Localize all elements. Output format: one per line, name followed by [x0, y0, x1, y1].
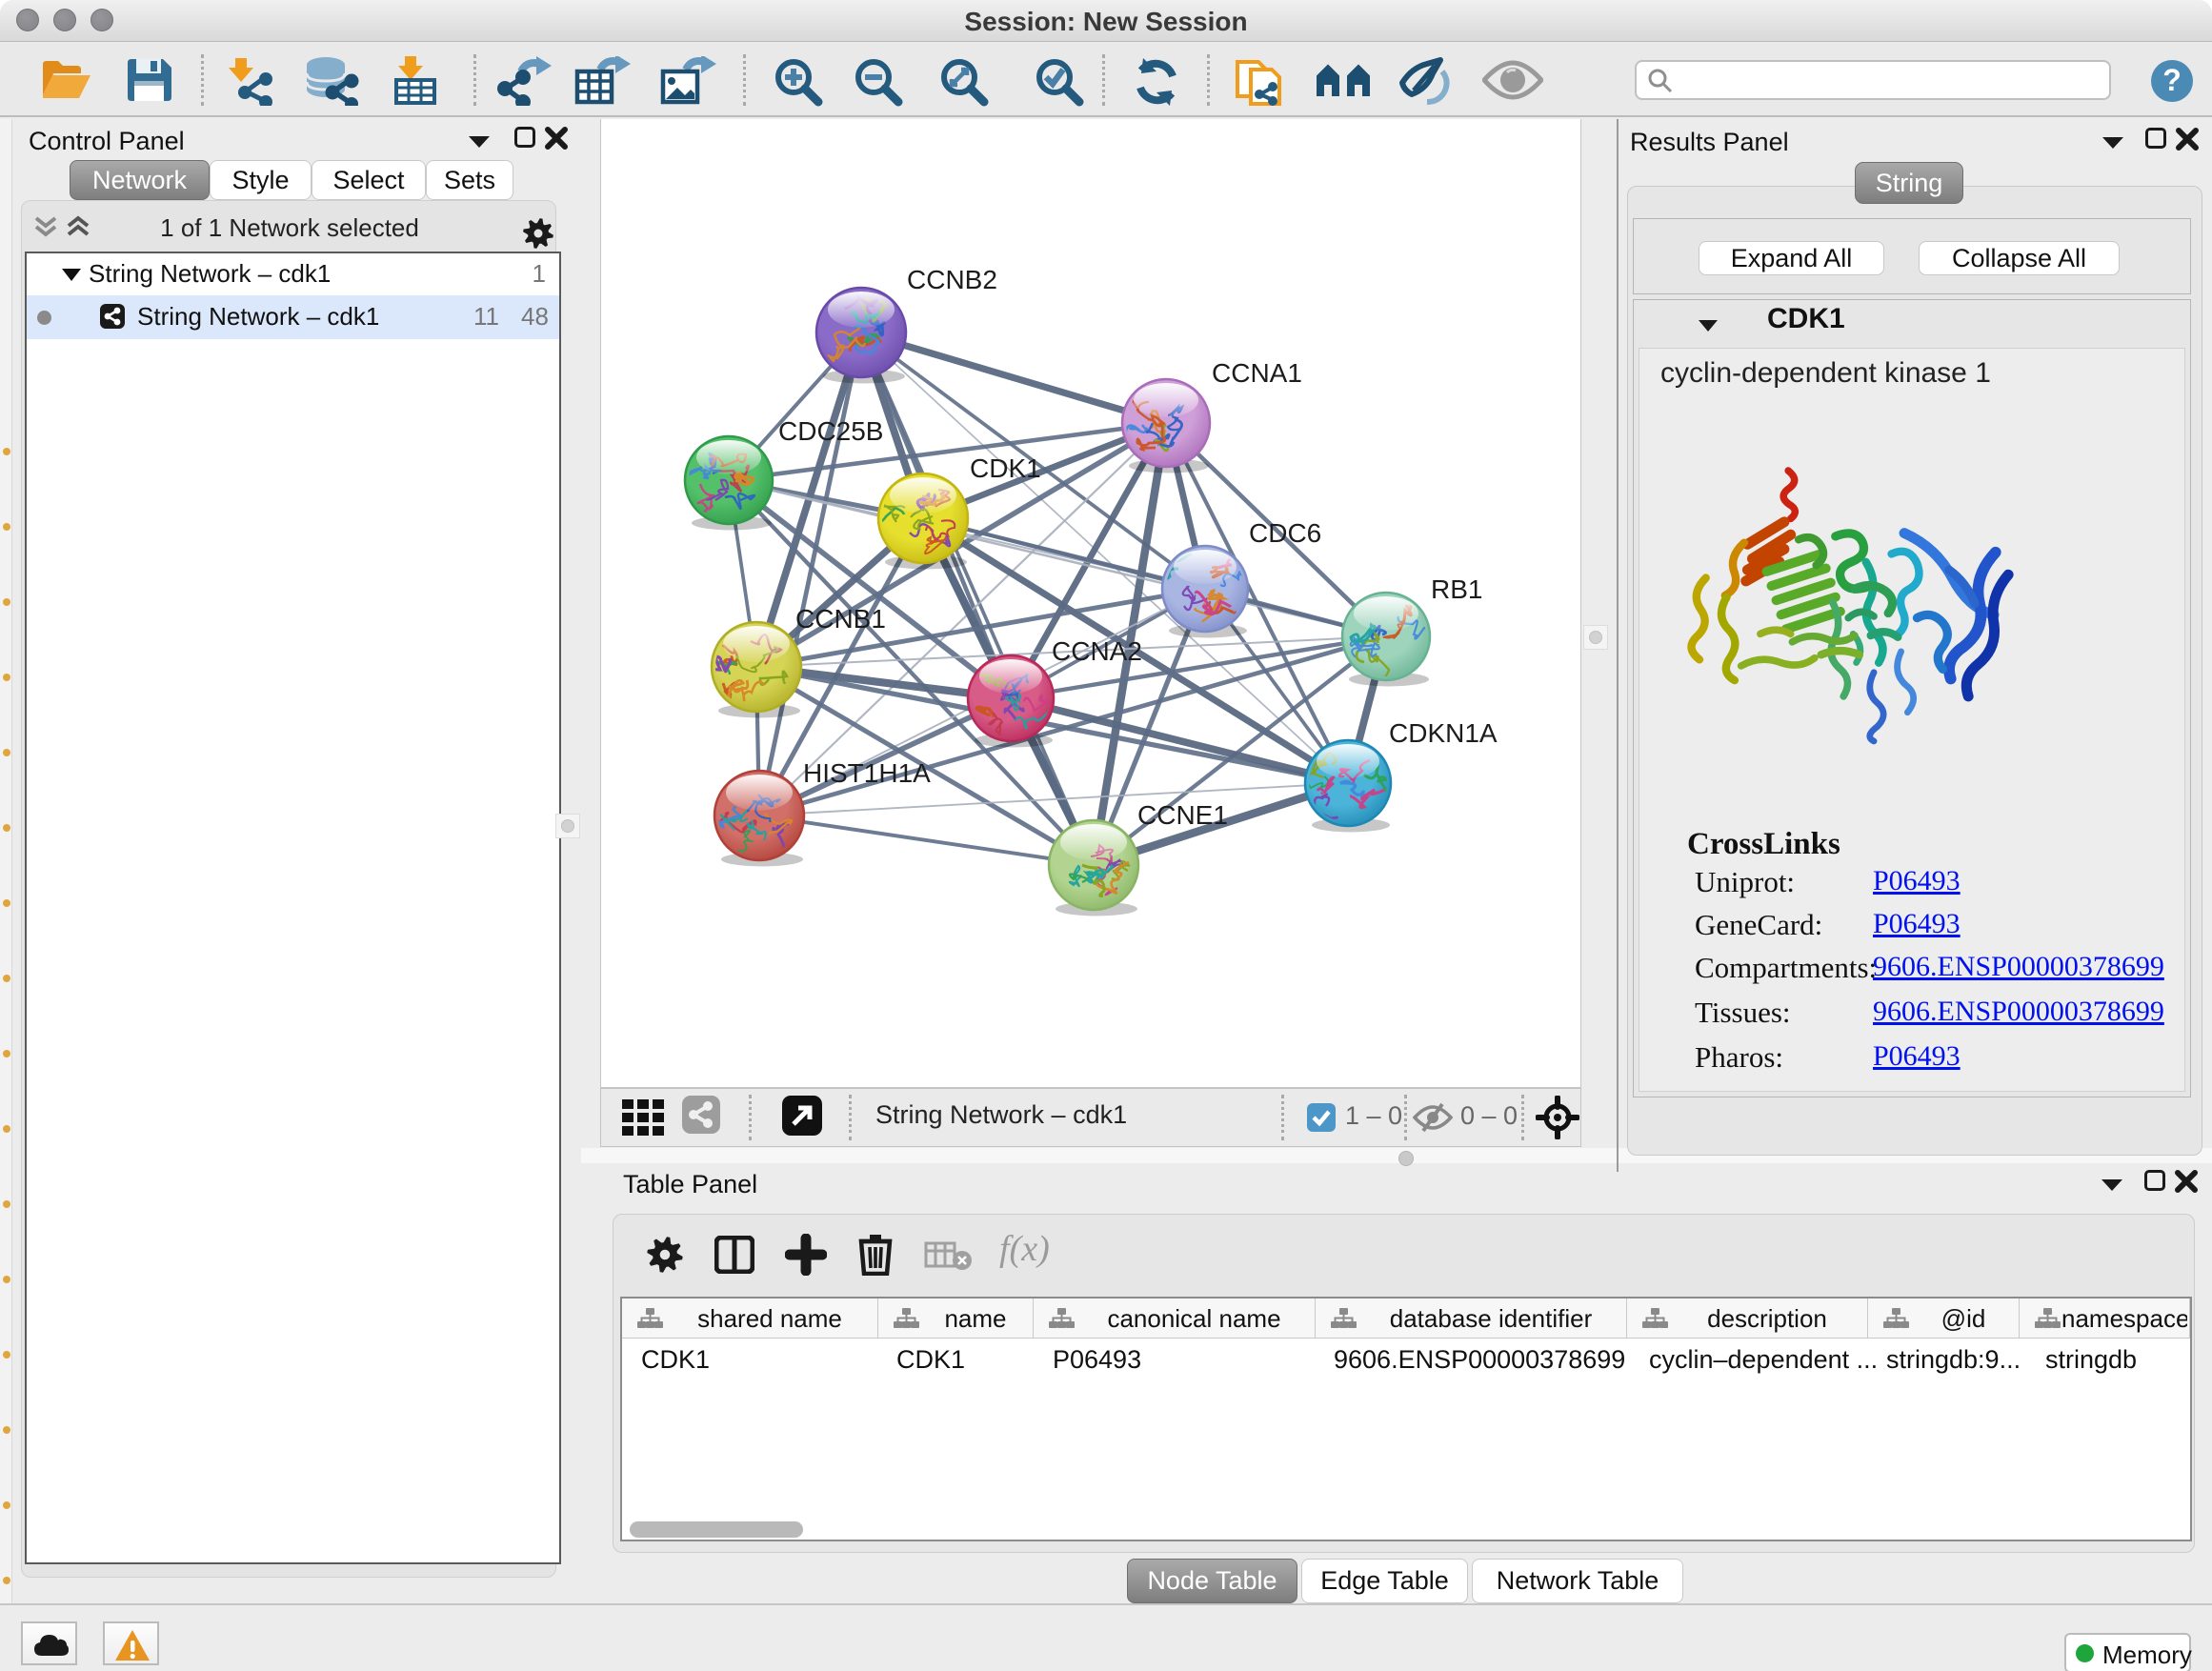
svg-text:HIST1H1A: HIST1H1A	[803, 758, 931, 788]
svg-text:CCNE1: CCNE1	[1137, 800, 1228, 830]
svg-text:CDK1: CDK1	[970, 453, 1041, 483]
svg-text:CDC6: CDC6	[1249, 518, 1321, 548]
svg-text:CDKN1A: CDKN1A	[1389, 718, 1498, 748]
svg-text:CCNB2: CCNB2	[907, 265, 997, 294]
svg-text:CDC25B: CDC25B	[778, 416, 883, 446]
svg-text:?: ?	[2162, 63, 2182, 97]
svg-text:CCNA1: CCNA1	[1212, 358, 1302, 388]
svg-text:CCNB1: CCNB1	[795, 604, 886, 634]
svg-text:CCNA2: CCNA2	[1052, 636, 1142, 666]
svg-text:RB1: RB1	[1431, 574, 1482, 604]
